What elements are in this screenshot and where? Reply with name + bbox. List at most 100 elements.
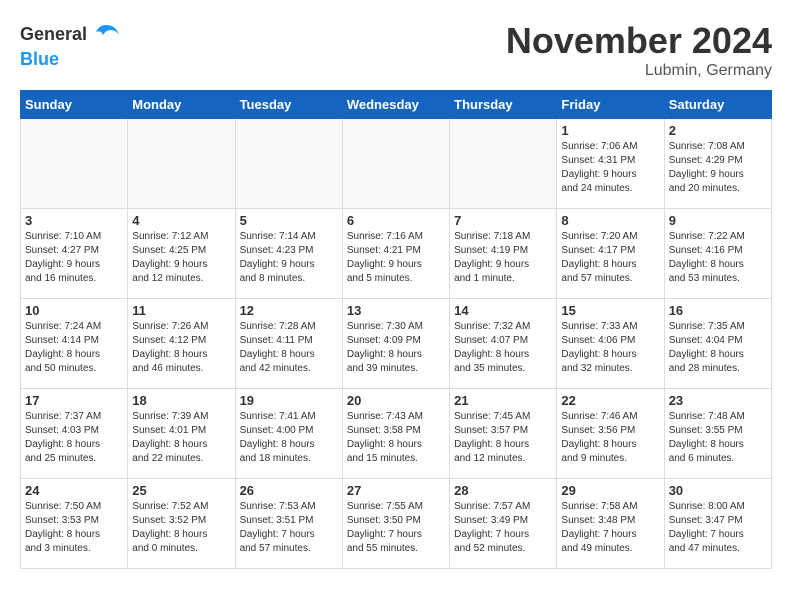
day-number: 10 [25, 303, 123, 318]
day-info: Sunrise: 7:50 AM Sunset: 3:53 PM Dayligh… [25, 500, 123, 556]
day-number: 12 [240, 303, 338, 318]
weekday-header-row: SundayMondayTuesdayWednesdayThursdayFrid… [21, 91, 772, 119]
calendar-day-cell: 7 Sunrise: 7:18 AM Sunset: 4:19 PM Daylig… [450, 209, 557, 299]
calendar-day-cell: 22 Sunrise: 7:46 AM Sunset: 3:56 PM Dayli… [557, 389, 664, 479]
calendar-day-cell: 2 Sunrise: 7:08 AM Sunset: 4:29 PM Daylig… [664, 119, 771, 209]
calendar-day-cell: 13 Sunrise: 7:30 AM Sunset: 4:09 PM Dayli… [342, 299, 449, 389]
day-number: 7 [454, 213, 552, 228]
day-info: Sunrise: 7:14 AM Sunset: 4:23 PM Dayligh… [240, 230, 338, 286]
logo-icon [91, 20, 121, 50]
logo-blue: Blue [20, 50, 121, 70]
calendar-table: SundayMondayTuesdayWednesdayThursdayFrid… [20, 90, 772, 569]
day-number: 14 [454, 303, 552, 318]
calendar-day-cell [21, 119, 128, 209]
calendar-day-cell: 8Sunrise: 7:20 AM Sunset: 4:17 PM Daylig… [557, 209, 664, 299]
calendar-day-cell: 17 Sunrise: 7:37 AM Sunset: 4:03 PM Dayli… [21, 389, 128, 479]
weekday-header: Saturday [664, 91, 771, 119]
day-number: 3 [25, 213, 123, 228]
calendar-week-row: 10 Sunrise: 7:24 AM Sunset: 4:14 PM Dayli… [21, 299, 772, 389]
calendar-day-cell [128, 119, 235, 209]
day-info: Sunrise: 7:35 AM Sunset: 4:04 PM Dayligh… [669, 320, 767, 376]
calendar-day-cell: 4 Sunrise: 7:12 AM Sunset: 4:25 PM Daylig… [128, 209, 235, 299]
day-info: Sunrise: 7:45 AM Sunset: 3:57 PM Dayligh… [454, 410, 552, 466]
day-number: 15 [561, 303, 659, 318]
day-info: Sunrise: 7:30 AM Sunset: 4:09 PM Dayligh… [347, 320, 445, 376]
day-info: Sunrise: 7:10 AM Sunset: 4:27 PM Dayligh… [25, 230, 123, 286]
day-info: Sunrise: 7:28 AM Sunset: 4:11 PM Dayligh… [240, 320, 338, 376]
calendar-day-cell [450, 119, 557, 209]
weekday-header: Thursday [450, 91, 557, 119]
day-number: 8 [561, 213, 659, 228]
weekday-header: Tuesday [235, 91, 342, 119]
title-section: November 2024 Lubmin, Germany [506, 20, 772, 80]
calendar-day-cell: 6 Sunrise: 7:16 AM Sunset: 4:21 PM Daylig… [342, 209, 449, 299]
day-info: Sunrise: 8:00 AM Sunset: 3:47 PM Dayligh… [669, 500, 767, 556]
day-number: 13 [347, 303, 445, 318]
location-title: Lubmin, Germany [506, 62, 772, 80]
weekday-header: Friday [557, 91, 664, 119]
day-number: 27 [347, 483, 445, 498]
day-number: 21 [454, 393, 552, 408]
day-number: 26 [240, 483, 338, 498]
calendar-day-cell: 21 Sunrise: 7:45 AM Sunset: 3:57 PM Dayli… [450, 389, 557, 479]
day-number: 9 [669, 213, 767, 228]
calendar-day-cell: 18Sunrise: 7:39 AM Sunset: 4:01 PM Dayli… [128, 389, 235, 479]
calendar-day-cell: 24 Sunrise: 7:50 AM Sunset: 3:53 PM Dayli… [21, 479, 128, 569]
day-info: Sunrise: 7:06 AM Sunset: 4:31 PM Dayligh… [561, 140, 659, 196]
day-number: 16 [669, 303, 767, 318]
day-info: Sunrise: 7:37 AM Sunset: 4:03 PM Dayligh… [25, 410, 123, 466]
month-title: November 2024 [506, 20, 772, 62]
weekday-header: Monday [128, 91, 235, 119]
calendar-day-cell: 23 Sunrise: 7:48 AM Sunset: 3:55 PM Dayli… [664, 389, 771, 479]
calendar-day-cell: 14 Sunrise: 7:32 AM Sunset: 4:07 PM Dayli… [450, 299, 557, 389]
calendar-day-cell: 29 Sunrise: 7:58 AM Sunset: 3:48 PM Dayli… [557, 479, 664, 569]
day-info: Sunrise: 7:32 AM Sunset: 4:07 PM Dayligh… [454, 320, 552, 376]
day-info: Sunrise: 7:18 AM Sunset: 4:19 PM Dayligh… [454, 230, 552, 286]
calendar-week-row: 3 Sunrise: 7:10 AM Sunset: 4:27 PM Daylig… [21, 209, 772, 299]
day-number: 24 [25, 483, 123, 498]
calendar-day-cell: 1 Sunrise: 7:06 AM Sunset: 4:31 PM Daylig… [557, 119, 664, 209]
day-info: Sunrise: 7:41 AM Sunset: 4:00 PM Dayligh… [240, 410, 338, 466]
day-number: 25 [132, 483, 230, 498]
calendar-week-row: 1 Sunrise: 7:06 AM Sunset: 4:31 PM Daylig… [21, 119, 772, 209]
logo-general: General [20, 25, 87, 45]
calendar-week-row: 24 Sunrise: 7:50 AM Sunset: 3:53 PM Dayli… [21, 479, 772, 569]
calendar-day-cell: 16 Sunrise: 7:35 AM Sunset: 4:04 PM Dayli… [664, 299, 771, 389]
day-info: Sunrise: 7:55 AM Sunset: 3:50 PM Dayligh… [347, 500, 445, 556]
day-info: Sunrise: 7:46 AM Sunset: 3:56 PM Dayligh… [561, 410, 659, 466]
day-number: 23 [669, 393, 767, 408]
day-info: Sunrise: 7:39 AM Sunset: 4:01 PM Dayligh… [132, 410, 230, 466]
day-number: 17 [25, 393, 123, 408]
day-number: 1 [561, 123, 659, 138]
weekday-header: Sunday [21, 91, 128, 119]
day-number: 28 [454, 483, 552, 498]
page-header: General Blue November 2024 Lubmin, Germa… [20, 20, 772, 80]
calendar-day-cell: 15 Sunrise: 7:33 AM Sunset: 4:06 PM Dayli… [557, 299, 664, 389]
day-info: Sunrise: 7:12 AM Sunset: 4:25 PM Dayligh… [132, 230, 230, 286]
day-number: 6 [347, 213, 445, 228]
logo: General Blue [20, 20, 121, 70]
day-number: 29 [561, 483, 659, 498]
day-info: Sunrise: 7:26 AM Sunset: 4:12 PM Dayligh… [132, 320, 230, 376]
calendar-day-cell: 11Sunrise: 7:26 AM Sunset: 4:12 PM Dayli… [128, 299, 235, 389]
day-info: Sunrise: 7:48 AM Sunset: 3:55 PM Dayligh… [669, 410, 767, 466]
day-info: Sunrise: 7:57 AM Sunset: 3:49 PM Dayligh… [454, 500, 552, 556]
calendar-day-cell: 20 Sunrise: 7:43 AM Sunset: 3:58 PM Dayli… [342, 389, 449, 479]
day-info: Sunrise: 7:33 AM Sunset: 4:06 PM Dayligh… [561, 320, 659, 376]
day-number: 20 [347, 393, 445, 408]
day-number: 4 [132, 213, 230, 228]
day-info: Sunrise: 7:22 AM Sunset: 4:16 PM Dayligh… [669, 230, 767, 286]
day-number: 2 [669, 123, 767, 138]
calendar-day-cell: 30 Sunrise: 8:00 AM Sunset: 3:47 PM Dayli… [664, 479, 771, 569]
calendar-day-cell: 26Sunrise: 7:53 AM Sunset: 3:51 PM Dayli… [235, 479, 342, 569]
calendar-day-cell: 28 Sunrise: 7:57 AM Sunset: 3:49 PM Dayli… [450, 479, 557, 569]
day-number: 22 [561, 393, 659, 408]
day-info: Sunrise: 7:43 AM Sunset: 3:58 PM Dayligh… [347, 410, 445, 466]
day-info: Sunrise: 7:08 AM Sunset: 4:29 PM Dayligh… [669, 140, 767, 196]
calendar-day-cell: 5 Sunrise: 7:14 AM Sunset: 4:23 PM Daylig… [235, 209, 342, 299]
day-info: Sunrise: 7:58 AM Sunset: 3:48 PM Dayligh… [561, 500, 659, 556]
day-number: 30 [669, 483, 767, 498]
day-number: 5 [240, 213, 338, 228]
day-info: Sunrise: 7:24 AM Sunset: 4:14 PM Dayligh… [25, 320, 123, 376]
day-info: Sunrise: 7:16 AM Sunset: 4:21 PM Dayligh… [347, 230, 445, 286]
